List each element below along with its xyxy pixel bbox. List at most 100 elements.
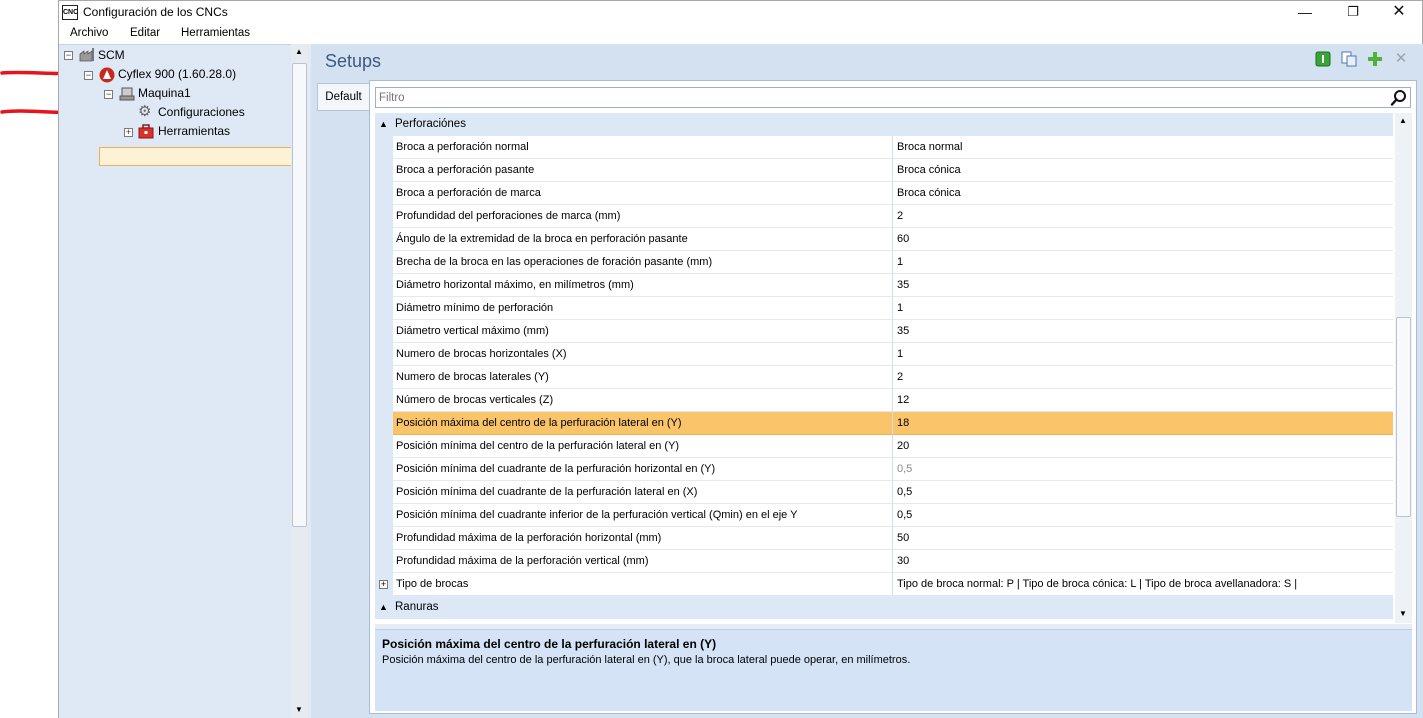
table-row[interactable]: Ángulo de la extremidad de la broca en p… (375, 228, 1393, 251)
table-row[interactable]: Posición mínima del cuadrante de la perf… (375, 458, 1393, 481)
property-name: Profundidad máxima de la perforación ver… (393, 550, 893, 573)
close-button[interactable]: ✕ (1376, 1, 1422, 24)
tree-item-herramientas[interactable]: Herramientas (158, 122, 230, 141)
tree-item-configuraciones[interactable]: Configuraciones (158, 103, 245, 122)
tree-item-maquina1[interactable]: Maquina1 (138, 84, 191, 103)
scroll-up-icon[interactable]: ▲ (1399, 116, 1407, 125)
table-row-selected[interactable]: Posición máxima del centro de la perfura… (375, 412, 1393, 435)
scroll-up-icon[interactable]: ▲ (295, 47, 303, 56)
property-name: Brecha de la broca en las operaciones de… (393, 251, 893, 274)
setups-title: Setups (325, 51, 382, 71)
table-row[interactable]: Número de brocas verticales (Z) 12 (375, 389, 1393, 412)
menu-archivo[interactable]: Archivo (70, 27, 108, 39)
scroll-down-icon[interactable]: ▼ (295, 705, 303, 714)
property-name: Ángulo de la extremidad de la broca en p… (393, 228, 893, 251)
property-name: Numero de brocas horizontales (X) (393, 343, 893, 366)
table-row[interactable]: Diámetro horizontal máximo, en milímetro… (375, 274, 1393, 297)
scroll-down-icon[interactable]: ▼ (1399, 609, 1407, 618)
description-text: Posición máxima del centro de la perfura… (382, 654, 911, 666)
table-row[interactable]: Broca a perforación normal Broca normal (375, 136, 1393, 159)
property-value[interactable]: 18 (893, 412, 1393, 435)
property-value[interactable]: 2 (893, 205, 1393, 228)
table-row[interactable]: Posición mínima del cuadrante inferior d… (375, 504, 1393, 527)
setup-content: ▲ Perforaciónes Broca a perforación norm… (369, 80, 1417, 714)
chevron-up-icon[interactable]: ▲ (379, 113, 388, 136)
tree-scroll-thumb[interactable] (292, 63, 307, 527)
table-row[interactable]: Profundidad máxima de la perforación ver… (375, 550, 1393, 573)
table-row[interactable]: Posición mínima del centro de la perfura… (375, 435, 1393, 458)
table-row[interactable]: Numero de brocas horizontales (X) 1 (375, 343, 1393, 366)
copy-icon[interactable] (1341, 51, 1357, 67)
property-value[interactable]: 0,5 (893, 481, 1393, 504)
grid-scrollbar[interactable]: ▲ ▼ (1395, 113, 1412, 623)
tree-item-scm[interactable]: SCM (98, 46, 125, 65)
expand-toggle[interactable]: + (379, 580, 388, 589)
property-name: Posición mínima del cuadrante de la perf… (393, 458, 893, 481)
filter-input[interactable] (379, 90, 1369, 105)
property-value[interactable]: 0,5 (893, 504, 1393, 527)
search-icon[interactable] (1390, 89, 1408, 107)
menu-bar: Archivo Editar Herramientas (59, 24, 1422, 44)
table-row[interactable]: Posición mínima del cuadrante de la perf… (375, 481, 1393, 504)
table-row[interactable]: Brecha de la broca en las operaciones de… (375, 251, 1393, 274)
table-row[interactable]: Profundidad máxima de la perforación hor… (375, 527, 1393, 550)
machine-icon (119, 87, 135, 101)
table-row[interactable]: Broca a perforación de marca Broca cónica (375, 182, 1393, 205)
table-row[interactable]: Diámetro mínimo de perforación 1 (375, 297, 1393, 320)
property-value[interactable]: Broca cónica (893, 159, 1393, 182)
add-icon[interactable] (1367, 51, 1383, 67)
table-row[interactable]: Profundidad del perforaciones de marca (… (375, 205, 1393, 228)
chevron-up-icon[interactable]: ▲ (379, 596, 388, 619)
property-value[interactable]: 1 (893, 251, 1393, 274)
tree-selection-highlight (99, 147, 292, 166)
maximize-button[interactable]: ❐ (1330, 1, 1376, 24)
setups-pane: Setups ✕ Default Filtro ▲ Perforaciónes … (311, 44, 1423, 718)
minimize-button[interactable]: — (1282, 1, 1328, 24)
collapse-toggle[interactable]: − (64, 51, 73, 60)
group-ranuras[interactable]: ▲ Ranuras (375, 596, 1393, 619)
property-value[interactable]: 20 (893, 435, 1393, 458)
property-value[interactable]: 0,5 (893, 458, 1393, 481)
description-panel: Posición máxima del centro de la perfura… (375, 629, 1412, 711)
property-name: Broca a perforación de marca (393, 182, 893, 205)
property-value[interactable]: Broca cónica (893, 182, 1393, 205)
tab-default[interactable]: Default (317, 83, 369, 111)
property-name: Profundidad del perforaciones de marca (… (393, 205, 893, 228)
table-row[interactable]: Numero de brocas laterales (Y) 2 (375, 366, 1393, 389)
property-value[interactable]: 35 (893, 274, 1393, 297)
delete-icon[interactable]: ✕ (1393, 51, 1409, 67)
gear-icon: ⚙ (138, 103, 152, 120)
filter-box (375, 87, 1411, 108)
title-bar: CNC Configuración de los CNCs — ❐ ✕ (59, 1, 1422, 24)
collapse-toggle[interactable]: − (104, 90, 113, 99)
table-row[interactable]: Diámetro vertical máximo (mm) 35 (375, 320, 1393, 343)
property-name: Numero de brocas laterales (Y) (393, 366, 893, 389)
property-value[interactable]: 60 (893, 228, 1393, 251)
table-row[interactable]: + Tipo de brocas Tipo de broca normal: P |… (375, 573, 1393, 596)
group-perforaciones[interactable]: ▲ Perforaciónes (375, 113, 1393, 136)
property-value[interactable]: 1 (893, 297, 1393, 320)
import-icon[interactable] (1315, 51, 1331, 67)
property-name: Número de brocas verticales (Z) (393, 389, 893, 412)
property-name: Posición máxima del centro de la perfura… (393, 412, 893, 435)
property-value[interactable]: 2 (893, 366, 1393, 389)
property-value[interactable]: 12 (893, 389, 1393, 412)
table-row[interactable]: Broca a perforación pasante Broca cónica (375, 159, 1393, 182)
expand-toggle[interactable]: + (124, 128, 133, 137)
property-value[interactable]: 35 (893, 320, 1393, 343)
menu-editar[interactable]: Editar (130, 27, 160, 39)
property-value[interactable]: 30 (893, 550, 1393, 573)
tree-item-cyflex[interactable]: Cyflex 900 (1.60.28.0) (118, 65, 236, 84)
tree-pane: − SCM − Cyflex 900 (1.60.28.0) − Maquina… (59, 44, 292, 718)
menu-herramientas[interactable]: Herramientas (181, 27, 250, 39)
property-name: Posición mínima del cuadrante de la perf… (393, 481, 893, 504)
property-value[interactable]: Tipo de broca normal: P | Tipo de broca … (893, 573, 1393, 596)
grid-scroll-thumb[interactable] (1396, 317, 1411, 517)
property-value[interactable]: 50 (893, 527, 1393, 550)
group-label: Ranuras (395, 601, 439, 613)
window-title: Configuración de los CNCs (83, 5, 228, 19)
property-name: Profundidad máxima de la perforación hor… (393, 527, 893, 550)
property-value[interactable]: 1 (893, 343, 1393, 366)
property-value[interactable]: Broca normal (893, 136, 1393, 159)
collapse-toggle[interactable]: − (84, 71, 93, 80)
